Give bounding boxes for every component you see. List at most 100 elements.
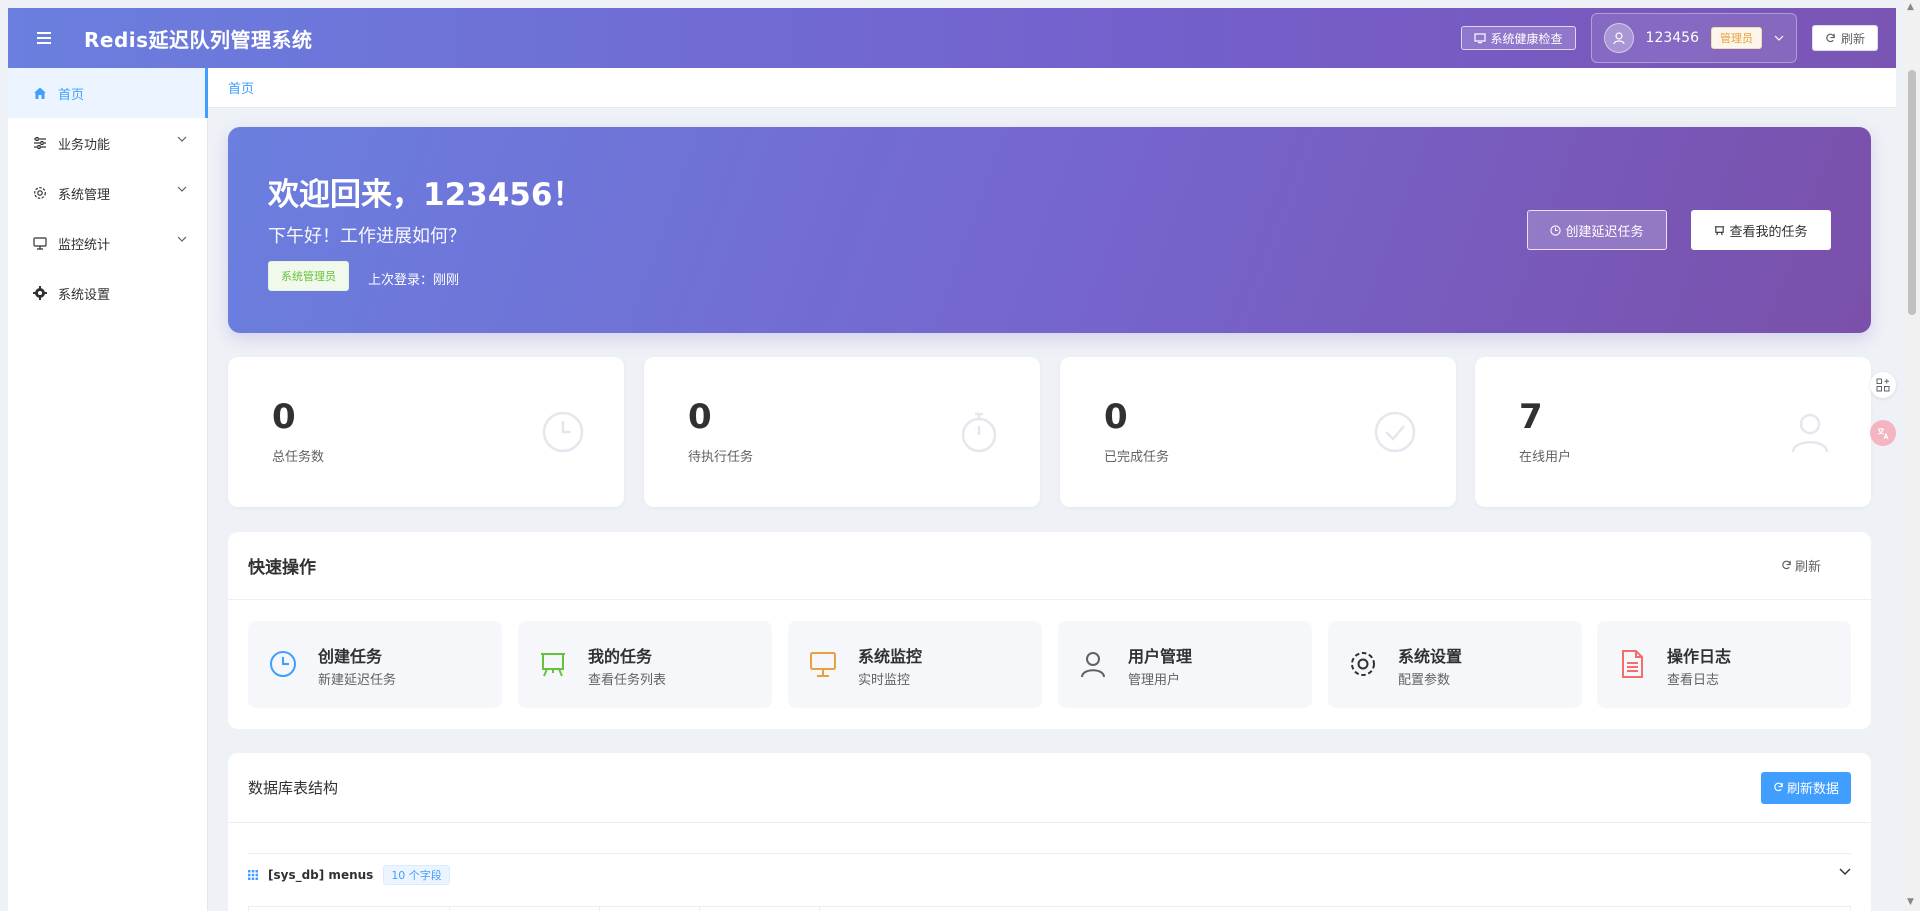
welcome-banner: 欢迎回来，123456！ 下午好！工作进展如何？ 系统管理员 上次登录：刚刚 创… xyxy=(228,127,1871,333)
clock-icon xyxy=(1550,224,1562,236)
board-icon xyxy=(1715,225,1725,235)
home-icon xyxy=(32,85,48,101)
last-login: 上次登录：刚刚 xyxy=(368,273,460,288)
quick-item-title: 系统监控 xyxy=(858,647,923,666)
stat-value: 0 xyxy=(1104,397,1128,437)
sidebar-item-label: 监控统计 xyxy=(58,237,111,253)
create-task-button[interactable]: 创建延迟任务 xyxy=(1527,210,1667,250)
gear-icon xyxy=(32,185,48,201)
quick-item-subtitle: 管理用户 xyxy=(1128,673,1181,688)
clock-icon xyxy=(542,411,584,453)
health-check-button[interactable]: 系统健康检查 xyxy=(1460,26,1576,50)
username: 123456 xyxy=(1645,30,1699,46)
gear-icon xyxy=(1351,652,1375,676)
user-menu[interactable]: 123456 管理员 xyxy=(1590,13,1797,63)
sidebar-item-home[interactable]: 首页 xyxy=(8,68,208,118)
refresh-label: 刷新 xyxy=(1840,31,1865,46)
board-icon xyxy=(541,653,565,677)
stat-card-total: 0 总任务数 xyxy=(228,357,624,507)
create-task-label: 创建延迟任务 xyxy=(1565,224,1644,240)
stat-card-pending: 0 待执行任务 xyxy=(644,357,1040,507)
sidebar: 首页 业务功能 系统管理 监控统计 系统设置 xyxy=(8,68,208,911)
db-schema-title: 数据库表结构 xyxy=(248,779,339,797)
stat-card-online: 7 在线用户 xyxy=(1475,357,1871,507)
stat-label: 待执行任务 xyxy=(688,450,754,465)
check-circle-icon xyxy=(1374,411,1416,453)
quick-item-subtitle: 新建延迟任务 xyxy=(318,673,397,688)
clock-icon xyxy=(270,651,296,677)
quick-actions-panel: 快速操作 刷新 创建任务 新建延迟任务 我的任务 查看任务列表 系统监控 实时监… xyxy=(228,532,1871,729)
quick-item-system-settings[interactable]: 系统设置 配置参数 xyxy=(1328,621,1582,708)
welcome-subtitle: 下午好！工作进展如何？ xyxy=(268,226,466,247)
menu-toggle-icon[interactable] xyxy=(32,26,56,50)
sidebar-item-label: 业务功能 xyxy=(58,137,111,153)
scroll-down-arrow[interactable]: ▼ xyxy=(1907,897,1914,907)
top-header: Redis延迟队列管理系统 系统健康检查 123456 管理员 刷新 xyxy=(8,8,1896,68)
refresh-icon xyxy=(1826,33,1835,42)
quick-item-title: 系统设置 xyxy=(1398,647,1463,666)
health-check-label: 系统健康检查 xyxy=(1490,31,1563,46)
grid-icon xyxy=(248,869,258,880)
sidebar-item-label: 系统设置 xyxy=(58,287,111,303)
monitor-icon xyxy=(32,235,48,251)
user-icon xyxy=(1081,652,1105,678)
sidebar-item-system-mgmt[interactable]: 系统管理 xyxy=(8,168,207,218)
field-count-badge: 10 个字段 xyxy=(383,864,450,885)
avatar xyxy=(1603,23,1634,53)
db-schema-panel: 数据库表结构 刷新数据 [sys_db] menus 10 个字段 xyxy=(228,753,1871,911)
role-badge: 管理员 xyxy=(1710,27,1762,49)
table-header-edge xyxy=(248,906,1851,911)
apps-add-icon[interactable] xyxy=(1870,372,1896,398)
stat-label: 已完成任务 xyxy=(1104,450,1170,465)
table-row[interactable]: [sys_db] menus 10 个字段 xyxy=(248,853,1851,895)
view-my-tasks-button[interactable]: 查看我的任务 xyxy=(1691,210,1831,250)
sliders-icon xyxy=(32,135,48,151)
chevron-down-icon[interactable] xyxy=(1774,35,1784,41)
stat-label: 总任务数 xyxy=(272,450,325,465)
chevron-down-icon xyxy=(177,136,187,142)
refresh-icon xyxy=(1782,560,1791,570)
quick-item-system-monitor[interactable]: 系统监控 实时监控 xyxy=(788,621,1042,708)
stat-value: 0 xyxy=(688,397,712,437)
app-title: Redis延迟队列管理系统 xyxy=(84,27,313,52)
monitor-icon xyxy=(1473,32,1486,43)
quick-item-title: 操作日志 xyxy=(1667,647,1732,666)
user-icon xyxy=(1791,413,1829,453)
quick-refresh-label: 刷新 xyxy=(1794,560,1821,575)
document-icon xyxy=(1622,650,1643,678)
refresh-icon xyxy=(1774,782,1783,792)
monitor-icon xyxy=(810,652,836,677)
refresh-data-label: 刷新数据 xyxy=(1786,782,1839,797)
sidebar-item-label: 首页 xyxy=(58,87,85,103)
sidebar-item-monitor[interactable]: 监控统计 xyxy=(8,218,207,268)
view-tasks-label: 查看我的任务 xyxy=(1729,224,1808,240)
stopwatch-icon xyxy=(961,412,997,453)
user-icon xyxy=(1612,32,1625,45)
chevron-down-icon[interactable] xyxy=(1839,868,1851,875)
scroll-up-arrow[interactable]: ▲ xyxy=(1907,2,1914,12)
sidebar-item-label: 系统管理 xyxy=(58,187,111,203)
breadcrumb-home[interactable]: 首页 xyxy=(228,78,254,97)
quick-item-subtitle: 查看日志 xyxy=(1667,673,1720,688)
quick-item-subtitle: 实时监控 xyxy=(858,673,911,688)
quick-item-my-tasks[interactable]: 我的任务 查看任务列表 xyxy=(518,621,772,708)
refresh-data-button[interactable]: 刷新数据 xyxy=(1760,771,1851,804)
stat-value: 7 xyxy=(1519,397,1543,437)
stat-card-completed: 0 已完成任务 xyxy=(1060,357,1456,507)
sidebar-item-business[interactable]: 业务功能 xyxy=(8,118,207,168)
role-tag: 系统管理员 xyxy=(268,261,349,291)
quick-item-create-task[interactable]: 创建任务 新建延迟任务 xyxy=(248,621,502,708)
stat-label: 在线用户 xyxy=(1519,450,1572,465)
cog-icon xyxy=(32,285,48,301)
quick-refresh-button[interactable]: 刷新 xyxy=(1781,556,1821,575)
quick-item-operation-log[interactable]: 操作日志 查看日志 xyxy=(1597,621,1851,708)
welcome-title: 欢迎回来，123456！ xyxy=(268,177,584,213)
sidebar-item-settings[interactable]: 系统设置 xyxy=(8,268,207,318)
refresh-button[interactable]: 刷新 xyxy=(1811,25,1878,51)
quick-item-title: 创建任务 xyxy=(318,647,383,666)
quick-item-user-mgmt[interactable]: 用户管理 管理用户 xyxy=(1058,621,1312,708)
quick-item-subtitle: 配置参数 xyxy=(1398,673,1451,688)
stat-value: 0 xyxy=(272,397,296,437)
translate-icon[interactable] xyxy=(1870,420,1896,446)
scrollbar-thumb[interactable] xyxy=(1908,70,1916,315)
